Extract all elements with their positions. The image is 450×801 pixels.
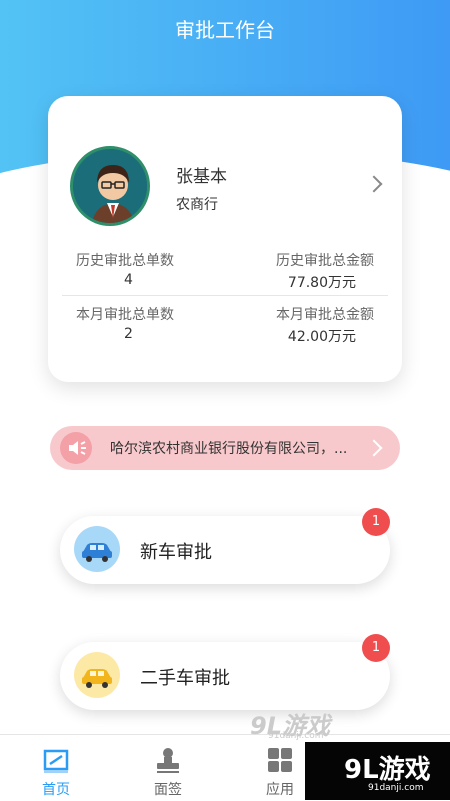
history-count-value: 4: [124, 272, 133, 288]
tab-sign[interactable]: 面签: [118, 735, 218, 801]
used-car-approval-label: 二手车审批: [140, 668, 230, 689]
chevron-right-icon[interactable]: [365, 439, 383, 457]
user-name: 张基本: [176, 167, 227, 187]
tab-sign-label: 面签: [154, 782, 182, 798]
avatar: [70, 146, 150, 226]
tab-home[interactable]: 首页: [6, 735, 106, 801]
month-amount-label: 本月审批总金额: [276, 307, 374, 323]
user-organization: 农商行: [176, 197, 218, 213]
car-icon: [74, 526, 120, 572]
stats-divider: [62, 295, 388, 296]
used-car-icon: [74, 652, 120, 698]
history-amount-value: 77.80万元: [287, 275, 356, 291]
home-icon: [41, 745, 71, 775]
new-car-approval-label: 新车审批: [140, 542, 212, 563]
watermark-logo: 9L游戏: [344, 755, 431, 785]
avatar-illustration-icon: [73, 149, 147, 223]
new-car-approval-button[interactable]: 新车审批 1: [60, 508, 390, 584]
month-amount-value: 42.00万元: [287, 329, 356, 345]
new-car-badge: 1: [362, 508, 390, 536]
apps-icon: [265, 745, 295, 775]
notice-text: 哈尔滨农村商业银行股份有限公司，...: [110, 441, 348, 457]
used-car-approval-button[interactable]: 二手车审批 1: [60, 634, 390, 710]
speaker-icon: [60, 432, 92, 464]
history-amount-label: 历史审批总金额: [276, 253, 374, 269]
used-car-badge: 1: [362, 634, 390, 662]
month-count-label: 本月审批总单数: [76, 307, 174, 323]
history-count-label: 历史审批总单数: [76, 253, 174, 269]
profile-card[interactable]: 张基本 农商行 历史审批总单数 4 历史审批总金额 77.80万元 本月审批总单…: [48, 96, 402, 382]
chevron-right-icon[interactable]: [365, 175, 383, 193]
stamp-icon: [153, 745, 183, 775]
notice-bar[interactable]: 哈尔滨农村商业银行股份有限公司，...: [50, 426, 400, 470]
page-title: 审批工作台: [175, 18, 275, 42]
tab-home-label: 首页: [42, 782, 70, 798]
watermark-domain: 91danji.com: [368, 783, 424, 793]
watermark-domain-small: 91danji.com: [268, 731, 324, 741]
month-count-value: 2: [124, 326, 133, 342]
